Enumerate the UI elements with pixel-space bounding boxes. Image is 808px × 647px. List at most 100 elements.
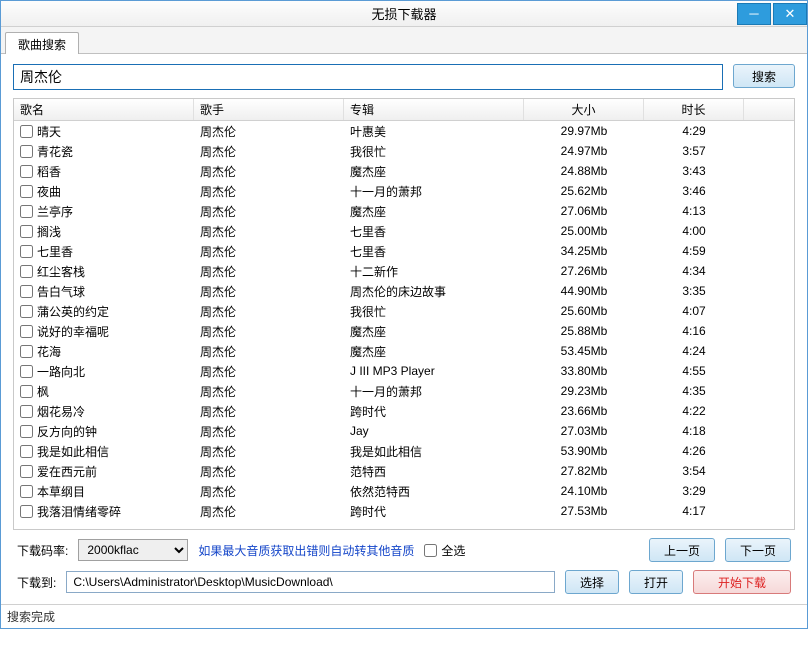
tab-song-search[interactable]: 歌曲搜索 xyxy=(5,32,79,54)
table-row[interactable]: 一路向北周杰伦J III MP3 Player33.80Mb4:55 xyxy=(14,361,794,381)
row-checkbox[interactable] xyxy=(20,445,33,458)
table-row[interactable]: 兰亭序周杰伦魔杰座27.06Mb4:13 xyxy=(14,201,794,221)
cell-name: 我落泪情绪零碎 xyxy=(37,503,121,520)
select-all-wrap[interactable]: 全选 xyxy=(424,542,465,559)
minimize-button[interactable]: ─ xyxy=(737,3,771,25)
table-row[interactable]: 爱在西元前周杰伦范特西27.82Mb3:54 xyxy=(14,461,794,481)
cell-artist: 周杰伦 xyxy=(194,122,344,141)
table-row[interactable]: 本草纲目周杰伦依然范特西24.10Mb3:29 xyxy=(14,481,794,501)
row-checkbox[interactable] xyxy=(20,425,33,438)
row-checkbox[interactable] xyxy=(20,185,33,198)
row-checkbox[interactable] xyxy=(20,365,33,378)
cell-duration: 4:00 xyxy=(644,223,744,239)
col-artist[interactable]: 歌手 xyxy=(194,99,344,120)
search-button[interactable]: 搜索 xyxy=(733,64,795,88)
select-all-checkbox[interactable] xyxy=(424,544,437,557)
cell-name: 搁浅 xyxy=(37,223,61,240)
prev-page-button[interactable]: 上一页 xyxy=(649,538,715,562)
bitrate-hint: 如果最大音质获取出错则自动转其他音质 xyxy=(198,542,414,559)
cell-duration: 4:29 xyxy=(644,123,744,139)
table-row[interactable]: 我落泪情绪零碎周杰伦跨时代27.53Mb4:17 xyxy=(14,501,794,521)
table-row[interactable]: 稻香周杰伦魔杰座24.88Mb3:43 xyxy=(14,161,794,181)
cell-name: 反方向的钟 xyxy=(37,423,97,440)
minimize-icon: ─ xyxy=(749,6,758,21)
cell-duration: 4:59 xyxy=(644,243,744,259)
row-checkbox[interactable] xyxy=(20,245,33,258)
table-row[interactable]: 枫周杰伦十一月的萧邦29.23Mb4:35 xyxy=(14,381,794,401)
cell-duration: 3:35 xyxy=(644,283,744,299)
cell-duration: 4:35 xyxy=(644,383,744,399)
row-checkbox[interactable] xyxy=(20,305,33,318)
table-row[interactable]: 反方向的钟周杰伦Jay27.03Mb4:18 xyxy=(14,421,794,441)
table-row[interactable]: 青花瓷周杰伦我很忙24.97Mb3:57 xyxy=(14,141,794,161)
table-row[interactable]: 我是如此相信周杰伦我是如此相信53.90Mb4:26 xyxy=(14,441,794,461)
table-row[interactable]: 晴天周杰伦叶惠美29.97Mb4:29 xyxy=(14,121,794,141)
table-row[interactable]: 搁浅周杰伦七里香25.00Mb4:00 xyxy=(14,221,794,241)
cell-size: 27.53Mb xyxy=(524,503,644,519)
cell-duration: 3:46 xyxy=(644,183,744,199)
row-checkbox[interactable] xyxy=(20,505,33,518)
cell-album: 七里香 xyxy=(344,222,524,241)
table-row[interactable]: 夜曲周杰伦十一月的萧邦25.62Mb3:46 xyxy=(14,181,794,201)
cell-album: 魔杰座 xyxy=(344,322,524,341)
cell-name: 枫 xyxy=(37,383,49,400)
cell-name: 稻香 xyxy=(37,163,61,180)
col-duration[interactable]: 时长 xyxy=(644,99,744,120)
search-input[interactable] xyxy=(13,64,723,90)
row-checkbox[interactable] xyxy=(20,285,33,298)
cell-album: 叶惠美 xyxy=(344,122,524,141)
cell-size: 25.62Mb xyxy=(524,183,644,199)
table-row[interactable]: 七里香周杰伦七里香34.25Mb4:59 xyxy=(14,241,794,261)
next-page-button[interactable]: 下一页 xyxy=(725,538,791,562)
table-row[interactable]: 蒲公英的约定周杰伦我很忙25.60Mb4:07 xyxy=(14,301,794,321)
row-checkbox[interactable] xyxy=(20,265,33,278)
cell-duration: 4:16 xyxy=(644,323,744,339)
cell-duration: 4:22 xyxy=(644,403,744,419)
cell-size: 33.80Mb xyxy=(524,363,644,379)
cell-artist: 周杰伦 xyxy=(194,162,344,181)
cell-artist: 周杰伦 xyxy=(194,202,344,221)
row-checkbox[interactable] xyxy=(20,385,33,398)
cell-size: 29.23Mb xyxy=(524,383,644,399)
table-row[interactable]: 说好的幸福呢周杰伦魔杰座25.88Mb4:16 xyxy=(14,321,794,341)
row-checkbox[interactable] xyxy=(20,225,33,238)
row-checkbox[interactable] xyxy=(20,485,33,498)
cell-album: 十一月的萧邦 xyxy=(344,182,524,201)
cell-album: 十二新作 xyxy=(344,262,524,281)
start-download-button[interactable]: 开始下载 xyxy=(693,570,791,594)
cell-duration: 4:13 xyxy=(644,203,744,219)
close-button[interactable]: ✕ xyxy=(773,3,807,25)
table-row[interactable]: 告白气球周杰伦周杰伦的床边故事44.90Mb3:35 xyxy=(14,281,794,301)
cell-name: 蒲公英的约定 xyxy=(37,303,109,320)
window-title: 无损下载器 xyxy=(371,4,436,23)
cell-name: 爱在西元前 xyxy=(37,463,97,480)
cell-artist: 周杰伦 xyxy=(194,362,344,381)
cell-duration: 3:43 xyxy=(644,163,744,179)
row-checkbox[interactable] xyxy=(20,205,33,218)
cell-size: 23.66Mb xyxy=(524,403,644,419)
row-checkbox[interactable] xyxy=(20,125,33,138)
table-row[interactable]: 花海周杰伦魔杰座53.45Mb4:24 xyxy=(14,341,794,361)
col-name[interactable]: 歌名 xyxy=(14,99,194,120)
cell-album: 十一月的萧邦 xyxy=(344,382,524,401)
open-path-button[interactable]: 打开 xyxy=(629,570,683,594)
col-album[interactable]: 专辑 xyxy=(344,99,524,120)
row-checkbox[interactable] xyxy=(20,465,33,478)
col-size[interactable]: 大小 xyxy=(524,99,644,120)
cell-artist: 周杰伦 xyxy=(194,302,344,321)
bitrate-select[interactable]: 2000kflac xyxy=(78,539,188,561)
row-checkbox[interactable] xyxy=(20,325,33,338)
row-checkbox[interactable] xyxy=(20,405,33,418)
cell-artist: 周杰伦 xyxy=(194,222,344,241)
row-checkbox[interactable] xyxy=(20,165,33,178)
titlebar: 无损下载器 ─ ✕ xyxy=(1,1,807,27)
table-row[interactable]: 红尘客栈周杰伦十二新作27.26Mb4:34 xyxy=(14,261,794,281)
download-path-input[interactable] xyxy=(66,571,555,593)
cell-name: 夜曲 xyxy=(37,183,61,200)
cell-artist: 周杰伦 xyxy=(194,442,344,461)
row-checkbox[interactable] xyxy=(20,345,33,358)
choose-path-button[interactable]: 选择 xyxy=(565,570,619,594)
row-checkbox[interactable] xyxy=(20,145,33,158)
table-row[interactable]: 烟花易冷周杰伦跨时代23.66Mb4:22 xyxy=(14,401,794,421)
cell-size: 34.25Mb xyxy=(524,243,644,259)
